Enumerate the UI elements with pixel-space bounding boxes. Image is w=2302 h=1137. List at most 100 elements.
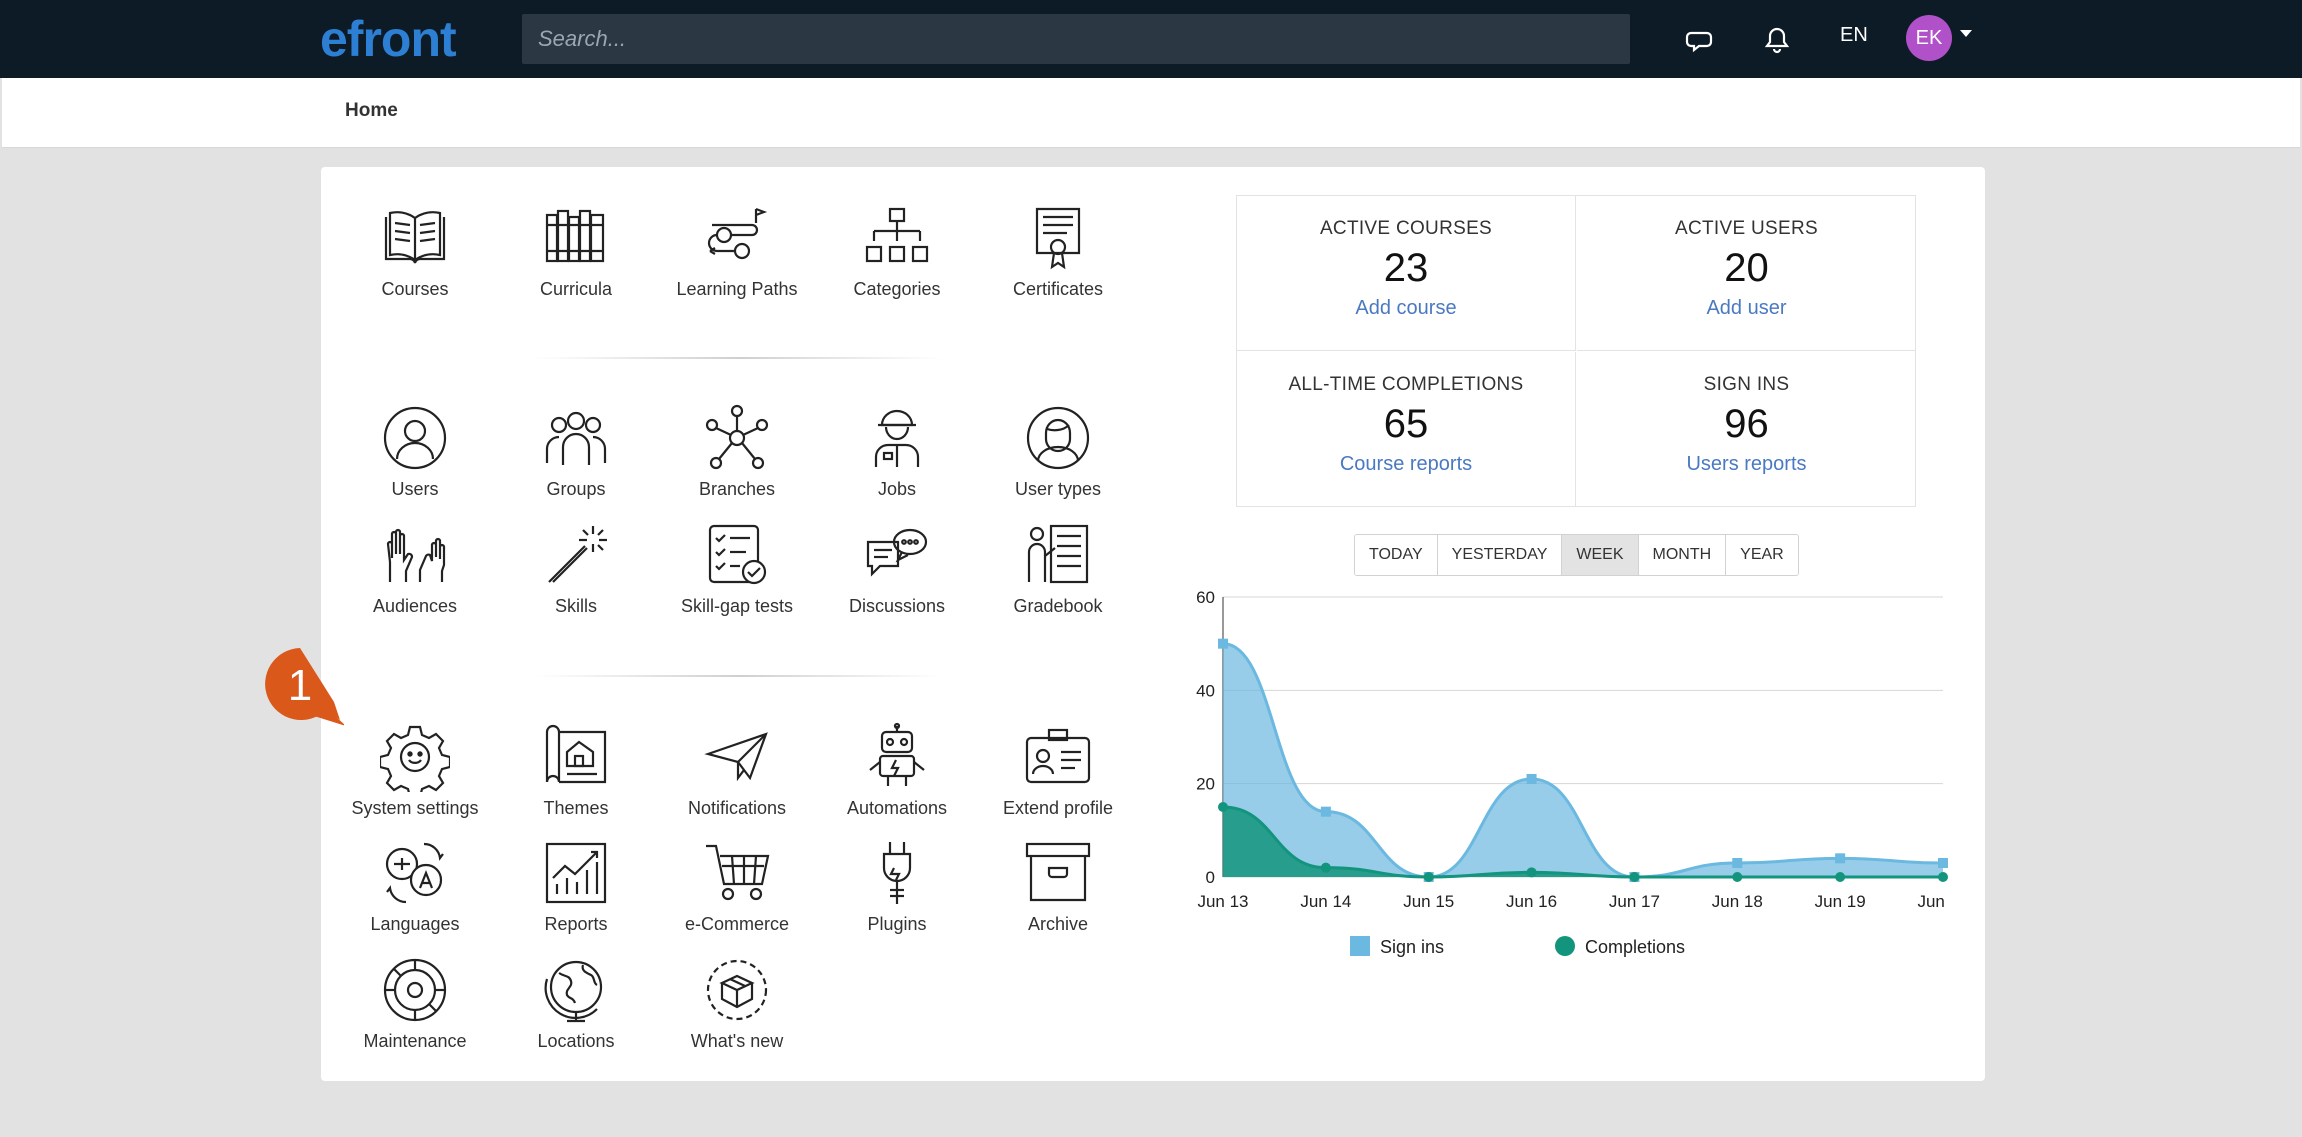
logo-text: efront — [320, 11, 457, 67]
stats-grid: ACTIVE COURSES 23 Add course ACTIVE USER… — [1236, 195, 1916, 507]
breadcrumb-bar: Home — [2, 78, 2300, 148]
section-divider — [535, 675, 943, 677]
y-tick-label: 0 — [1206, 868, 1215, 887]
tile-label: Extend profile — [1002, 798, 1114, 818]
course-reports-link[interactable]: Course reports — [1340, 453, 1472, 476]
tile-learning-paths[interactable]: Learning Paths — [662, 203, 812, 313]
x-tick-label: Jun 13 — [1197, 892, 1248, 911]
user-icon — [383, 406, 447, 470]
tile-label: Archive — [1027, 914, 1089, 934]
tile-locations[interactable]: Locations — [501, 955, 651, 1065]
tile-notifications[interactable]: Notifications — [662, 722, 812, 832]
tile-label: e-Commerce — [684, 914, 790, 934]
sign-ins-point — [1732, 858, 1743, 868]
tile-user-types[interactable]: User types — [983, 403, 1133, 513]
tile-automations[interactable]: Automations — [822, 722, 972, 832]
breadcrumb-home[interactable]: Home — [345, 100, 398, 122]
globe-icon — [544, 960, 603, 1023]
tile-curricula[interactable]: Curricula — [501, 203, 651, 313]
report-chart-icon — [545, 842, 607, 904]
blueprint-icon — [545, 724, 607, 784]
stat-value: 23 — [1383, 246, 1429, 290]
tile-languages[interactable]: Languages — [340, 838, 490, 948]
chat-icon[interactable] — [1681, 20, 1721, 60]
period-year-button[interactable]: YEAR — [1726, 535, 1798, 575]
add-user-link[interactable]: Add user — [1706, 297, 1786, 320]
gear-icon — [380, 725, 450, 792]
tile-extend-profile[interactable]: Extend profile — [983, 722, 1133, 832]
tile-label: Certificates — [1012, 279, 1104, 299]
completions-point — [1938, 872, 1948, 882]
period-yesterday-button[interactable]: YESTERDAY — [1437, 535, 1563, 575]
tile-users[interactable]: Users — [340, 403, 490, 513]
tile-gradebook[interactable]: Gradebook — [983, 520, 1133, 630]
plug-icon — [882, 842, 912, 904]
tile-branches[interactable]: Branches — [662, 403, 812, 513]
tile-jobs[interactable]: Jobs — [822, 403, 972, 513]
bell-icon[interactable] — [1757, 20, 1797, 60]
period-week-button[interactable]: WEEK — [1562, 535, 1639, 575]
hierarchy-icon — [865, 207, 929, 263]
tile-label: Maintenance — [363, 1031, 467, 1051]
tile-categories[interactable]: Categories — [822, 203, 972, 313]
tile-archive[interactable]: Archive — [983, 838, 1133, 948]
tile-skills[interactable]: Skills — [501, 520, 651, 630]
tile-label: Languages — [370, 914, 460, 934]
checklist-icon — [708, 524, 767, 585]
legend-swatch-completions — [1555, 936, 1575, 956]
sign-ins-point — [1218, 638, 1228, 649]
tile-skill-gap-tests[interactable]: Skill-gap tests — [662, 520, 812, 630]
tile-groups[interactable]: Groups — [501, 403, 651, 513]
tile-whats-new[interactable]: What's new — [662, 955, 812, 1065]
gift-icon — [706, 959, 768, 1021]
sign-ins-point — [1938, 858, 1948, 868]
tile-label: Learning Paths — [676, 279, 798, 299]
tile-label: Branches — [698, 479, 776, 499]
user-type-icon — [1026, 406, 1090, 470]
stat-value: 96 — [1724, 402, 1769, 446]
completions-point — [1835, 872, 1846, 882]
users-reports-link[interactable]: Users reports — [1686, 453, 1806, 476]
x-tick-label: Jun 16 — [1506, 892, 1557, 911]
legend-swatch-sign-ins — [1350, 936, 1370, 956]
stat-title: ACTIVE USERS — [1675, 218, 1818, 239]
tile-maintenance[interactable]: Maintenance — [340, 955, 490, 1065]
add-course-link[interactable]: Add course — [1355, 297, 1456, 320]
language-selector[interactable]: EN — [1840, 24, 1868, 47]
legend-label: Completions — [1585, 937, 1685, 957]
tile-audiences[interactable]: Audiences — [340, 520, 490, 630]
top-navbar: efront EN EK — [0, 0, 2302, 78]
y-tick-label: 20 — [1196, 775, 1215, 794]
period-month-button[interactable]: MONTH — [1638, 535, 1727, 575]
completions-point — [1629, 872, 1640, 882]
stat-active-users: ACTIVE USERS 20 Add user — [1577, 196, 1916, 351]
cart-icon — [706, 844, 770, 901]
tile-label: Skills — [554, 596, 597, 616]
tile-label: Users — [391, 479, 439, 499]
tile-reports[interactable]: Reports — [501, 838, 651, 948]
stat-all-time-completions: ALL-TIME COMPLETIONS 65 Course reports — [1237, 352, 1576, 507]
tile-label: Discussions — [848, 596, 946, 616]
tile-certificates[interactable]: Certificates — [983, 203, 1133, 313]
period-today-button[interactable]: TODAY — [1355, 535, 1438, 575]
sign-ins-point — [1835, 853, 1846, 864]
tile-themes[interactable]: Themes — [501, 722, 651, 832]
sign-ins-point — [1320, 806, 1331, 817]
user-avatar[interactable]: EK — [1906, 15, 1952, 61]
completions-point — [1526, 867, 1537, 878]
tile-system-settings[interactable]: System settings — [340, 722, 490, 832]
chevron-down-icon[interactable] — [1960, 30, 1972, 37]
tile-e-commerce[interactable]: e-Commerce — [662, 838, 812, 948]
raised-hands-icon — [386, 528, 446, 582]
tile-courses[interactable]: Courses — [340, 203, 490, 313]
sign-ins-point — [1526, 774, 1537, 784]
stat-active-courses: ACTIVE COURSES 23 Add course — [1237, 196, 1576, 351]
tile-plugins[interactable]: Plugins — [822, 838, 972, 948]
branches-icon — [705, 404, 769, 470]
maintenance-icon — [383, 958, 447, 1022]
tile-label: Categories — [853, 279, 941, 299]
efront-logo[interactable]: efront — [320, 10, 457, 70]
tile-label: User types — [1014, 479, 1102, 499]
search-input[interactable] — [522, 14, 1630, 64]
tile-discussions[interactable]: Discussions — [822, 520, 972, 630]
